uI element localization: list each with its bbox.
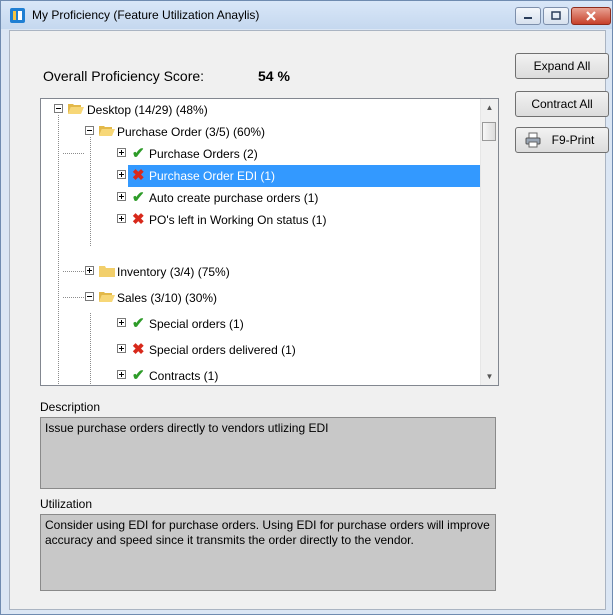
folder-open-icon xyxy=(68,104,84,114)
tree-node-label: Auto create purchase orders (1) xyxy=(149,191,319,205)
close-icon xyxy=(586,11,596,21)
expand-toggle[interactable] xyxy=(117,192,126,201)
scroll-up-icon[interactable]: ▲ xyxy=(481,99,498,116)
close-button[interactable] xyxy=(571,7,611,25)
printer-icon xyxy=(525,132,541,148)
tree-node-feature[interactable]: ✔ Contracts (1) xyxy=(41,365,481,385)
expand-all-button[interactable]: Expand All xyxy=(515,53,609,79)
folder-open-icon xyxy=(99,126,115,136)
folder-open-icon xyxy=(99,292,115,302)
collapse-toggle[interactable] xyxy=(85,126,94,135)
minimize-button[interactable] xyxy=(515,7,541,25)
tree-node-desktop[interactable]: Desktop (14/29) (48%) xyxy=(41,99,481,121)
tree-node-label: PO's left in Working On status (1) xyxy=(149,213,327,227)
print-label: F9-Print xyxy=(551,133,595,147)
expand-toggle[interactable] xyxy=(117,344,126,353)
check-icon: ✔ xyxy=(132,367,145,384)
window-title: My Proficiency (Feature Utilization Anay… xyxy=(32,8,260,22)
tree-node-label: Purchase Order (3/5) (60%) xyxy=(117,125,266,139)
description-label: Description xyxy=(40,400,101,414)
collapse-toggle[interactable] xyxy=(54,104,63,113)
tree-node-label: Desktop (14/29) (48%) xyxy=(87,103,208,117)
tree-node-feature[interactable]: ✖ Special orders delivered (1) xyxy=(41,339,481,361)
tree-node-label: Purchase Orders (2) xyxy=(149,147,258,161)
title-bar[interactable]: My Proficiency (Feature Utilization Anay… xyxy=(1,1,612,29)
tree-node-feature-selected[interactable]: ✖ Purchase Order EDI (1) xyxy=(128,165,480,187)
tree-scrollbar[interactable]: ▲ ▼ xyxy=(480,99,498,385)
description-text: Issue purchase orders directly to vendor… xyxy=(40,417,496,489)
expand-toggle[interactable] xyxy=(117,214,126,223)
tree-node-label: Special orders delivered (1) xyxy=(149,343,296,357)
utilization-label: Utilization xyxy=(40,497,93,511)
cross-icon: ✖ xyxy=(132,211,145,228)
cross-icon: ✖ xyxy=(132,167,145,184)
maximize-icon xyxy=(551,11,561,20)
scroll-down-icon[interactable]: ▼ xyxy=(481,368,498,385)
contract-all-button[interactable]: Contract All xyxy=(515,91,609,117)
expand-toggle[interactable] xyxy=(117,370,126,379)
tree-node-label: Inventory (3/4) (75%) xyxy=(117,265,230,279)
tree-node-feature[interactable]: ✔ Auto create purchase orders (1) xyxy=(41,187,481,209)
print-button[interactable]: F9-Print xyxy=(515,127,609,153)
tree-node-label: Sales (3/10) (30%) xyxy=(117,291,218,305)
tree-node-label: Purchase Order EDI (1) xyxy=(149,169,276,183)
expand-toggle[interactable] xyxy=(117,170,126,179)
expand-toggle[interactable] xyxy=(117,318,126,327)
feature-tree[interactable]: Desktop (14/29) (48%) Purchase Order (3/… xyxy=(40,98,499,386)
tree-node-inventory[interactable]: Inventory (3/4) (75%) xyxy=(41,261,481,283)
tree-node-purchase-order[interactable]: Purchase Order (3/5) (60%) xyxy=(41,121,481,143)
utilization-text: Consider using EDI for purchase orders. … xyxy=(40,514,496,591)
check-icon: ✔ xyxy=(132,145,145,162)
check-icon: ✔ xyxy=(132,315,145,332)
collapse-toggle[interactable] xyxy=(85,292,94,301)
cross-icon: ✖ xyxy=(132,341,145,358)
app-icon xyxy=(10,8,25,23)
minimize-icon xyxy=(524,17,532,19)
check-icon: ✔ xyxy=(132,189,145,206)
expand-toggle[interactable] xyxy=(85,266,94,275)
maximize-button[interactable] xyxy=(543,7,569,25)
scroll-thumb[interactable] xyxy=(482,122,496,141)
tree-node-label: Special orders (1) xyxy=(149,317,244,331)
tree-node-feature[interactable]: ✔ Purchase Orders (2) xyxy=(41,143,481,165)
score-label: Overall Proficiency Score: xyxy=(43,68,205,84)
tree-node-sales[interactable]: Sales (3/10) (30%) xyxy=(41,287,481,309)
tree-node-label: Contracts (1) xyxy=(149,369,219,383)
tree-node-feature[interactable]: ✖ PO's left in Working On status (1) xyxy=(41,209,481,231)
tree-node-feature[interactable]: ✔ Special orders (1) xyxy=(41,313,481,335)
folder-closed-icon xyxy=(99,266,115,277)
expand-toggle[interactable] xyxy=(117,148,126,157)
score-value: 54 % xyxy=(258,68,290,84)
main-window: My Proficiency (Feature Utilization Anay… xyxy=(0,0,613,615)
